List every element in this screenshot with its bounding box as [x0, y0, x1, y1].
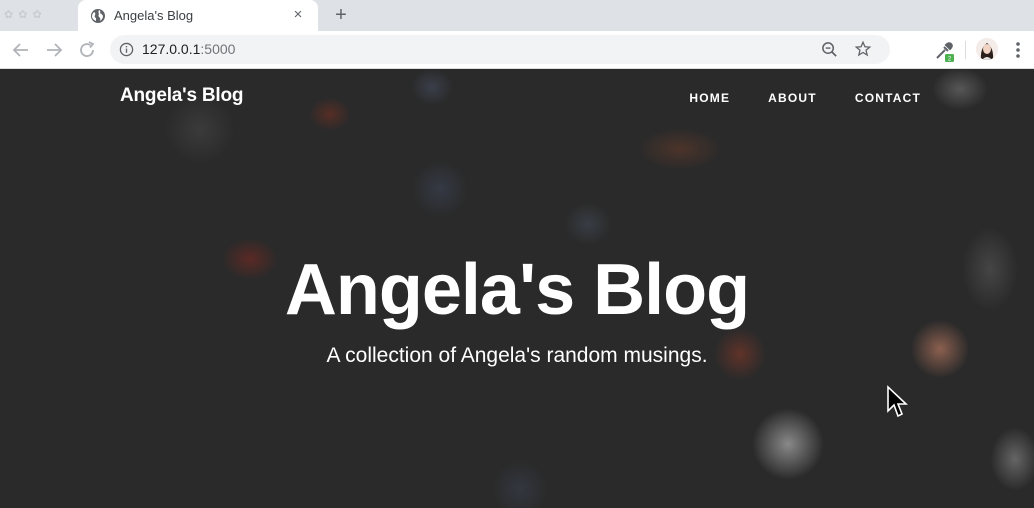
- plus-icon[interactable]: +: [330, 4, 352, 26]
- url-host: 127.0.0.1: [142, 41, 201, 57]
- forward-arrow-icon[interactable]: [42, 38, 66, 62]
- tab-title: Angela's Blog: [114, 8, 194, 23]
- zoom-out-icon[interactable]: [821, 41, 838, 58]
- page-header-hero: Angela's Blog HOME ABOUT CONTACT Angela'…: [0, 69, 1034, 508]
- kebab-menu-icon[interactable]: [1010, 39, 1026, 61]
- star-icon[interactable]: [854, 40, 872, 58]
- reload-icon[interactable]: [75, 38, 99, 62]
- hero-subtitle: A collection of Angela's random musings.: [326, 344, 708, 367]
- toolbar-divider: [965, 41, 966, 59]
- mouse-cursor-icon: [887, 385, 908, 418]
- tab-strip: ✿ ✿ ✿ Angela's Blog × +: [0, 0, 1034, 31]
- navbar-brand-link[interactable]: Angela's Blog: [120, 85, 244, 107]
- address-bar[interactable]: 127.0.0.1:5000: [110, 35, 890, 64]
- main-nav: HOME ABOUT CONTACT: [689, 91, 921, 105]
- active-tab[interactable]: Angela's Blog ×: [78, 0, 318, 31]
- nav-link-about[interactable]: ABOUT: [768, 91, 817, 105]
- back-arrow-icon[interactable]: [9, 38, 33, 62]
- info-icon[interactable]: [119, 42, 134, 57]
- background-tab[interactable]: ✿ ✿ ✿: [0, 0, 80, 31]
- browser-toolbar: 127.0.0.1:5000 2: [0, 31, 1034, 69]
- url-port: :5000: [200, 41, 236, 57]
- nav-link-contact[interactable]: CONTACT: [855, 91, 921, 105]
- eyedropper-extension-icon[interactable]: 2: [932, 39, 956, 63]
- url-text[interactable]: 127.0.0.1:5000: [142, 35, 235, 64]
- globe-icon: [91, 9, 105, 23]
- close-icon[interactable]: ×: [288, 5, 308, 25]
- avatar[interactable]: [976, 38, 998, 60]
- hero-title: Angela's Blog: [284, 250, 750, 330]
- profile-picture-icon: [976, 38, 998, 60]
- nav-link-home[interactable]: HOME: [689, 91, 730, 105]
